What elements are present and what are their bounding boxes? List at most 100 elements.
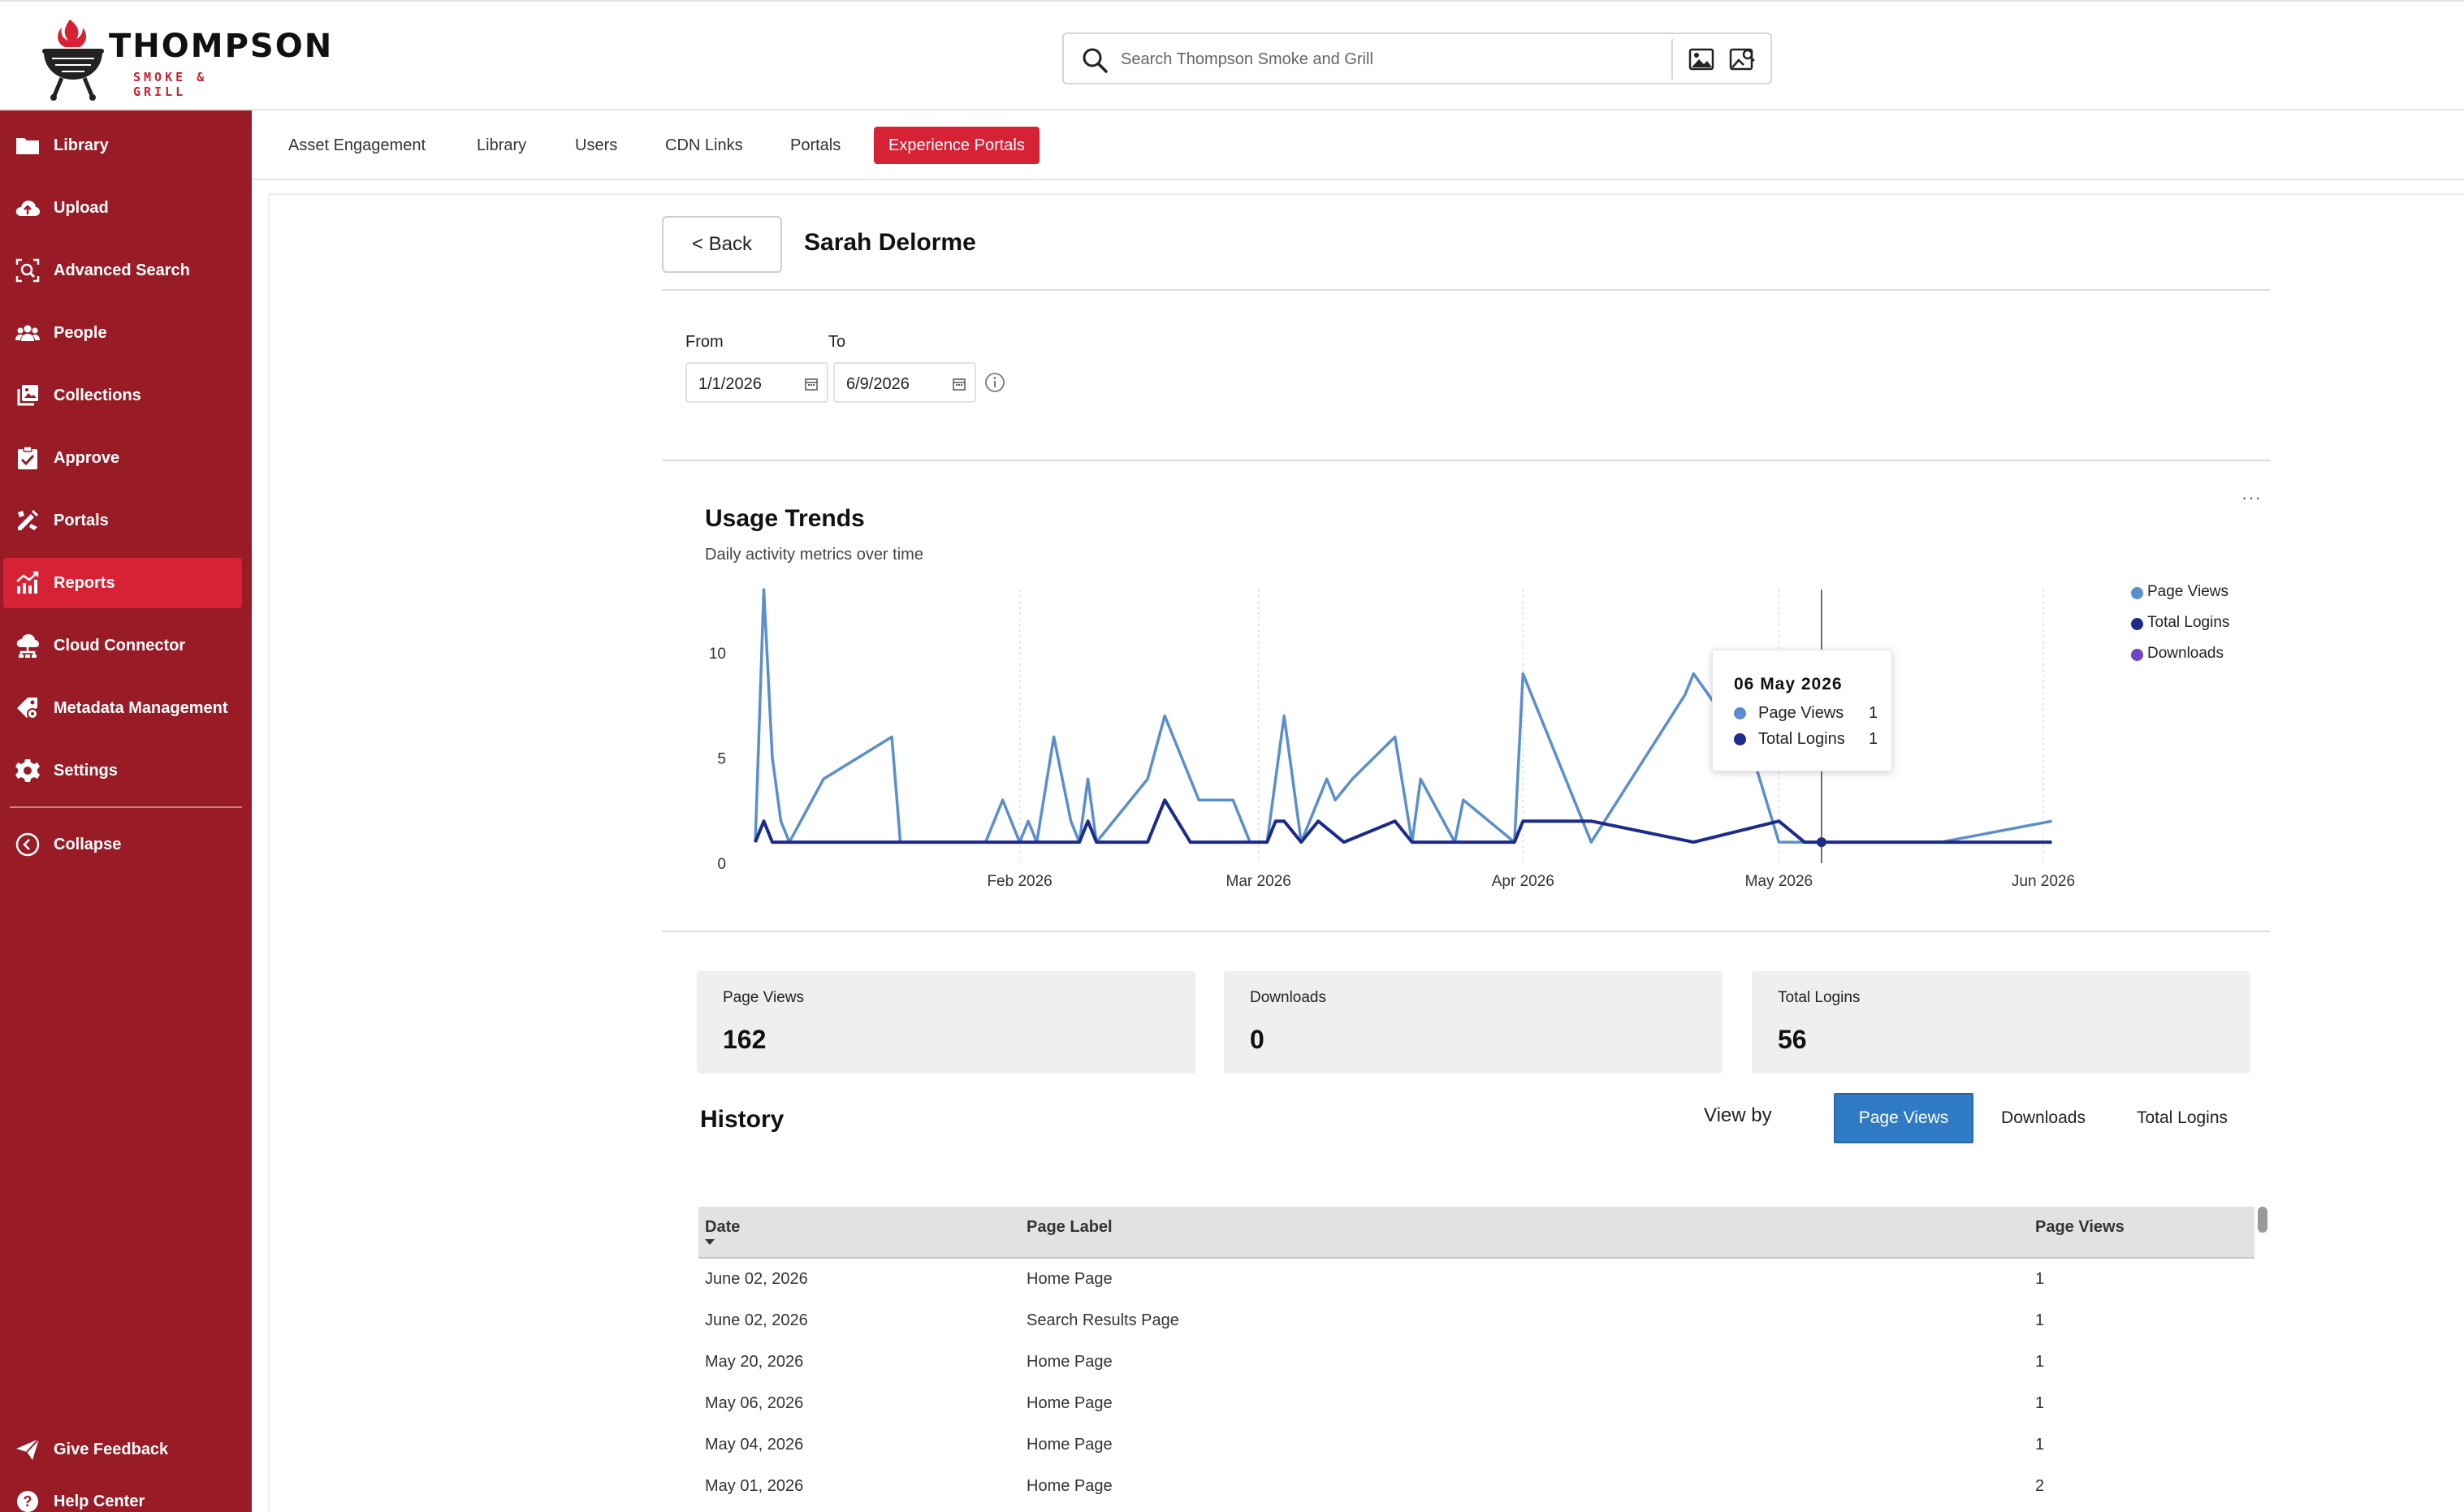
tooltip-series-value: 1 <box>1869 704 1878 722</box>
back-button[interactable]: < Back <box>662 216 782 273</box>
table-row[interactable]: June 02, 2026 Search Results Page 1 <box>698 1300 2254 1341</box>
cell-date: June 02, 2026 <box>705 1311 808 1329</box>
search-divider <box>1671 39 1673 80</box>
table-row[interactable]: May 20, 2026 Home Page 1 <box>698 1341 2254 1383</box>
sidebar-item-settings[interactable]: Settings <box>3 745 242 796</box>
history-title: History <box>700 1106 785 1133</box>
metric-value: 0 <box>1250 1025 1264 1054</box>
cell-page-label: Search Results Page <box>1027 1311 1179 1329</box>
cloud-upload-icon <box>15 201 40 216</box>
legend-label: Downloads <box>2147 645 2224 662</box>
send-icon <box>16 1438 40 1460</box>
tab-cdn-links[interactable]: CDN Links <box>665 127 743 164</box>
sidebar-item-label: Library <box>54 136 109 154</box>
from-date-input[interactable]: 1/1/2026 <box>685 362 828 403</box>
to-label: To <box>828 333 846 351</box>
legend-label: Page Views <box>2147 583 2228 600</box>
sidebar-item-label: Cloud Connector <box>54 637 186 654</box>
legend-item-page-views[interactable]: Page Views <box>2131 583 2229 614</box>
to-date-input[interactable]: 6/9/2026 <box>833 362 976 403</box>
brand-tagline: SMOKE & GRILL <box>133 70 208 99</box>
sidebar-item-metadata-management[interactable]: Metadata Management <box>3 683 242 733</box>
sidebar-item-advanced-search[interactable]: Advanced Search <box>3 245 242 296</box>
sidebar-item-reports[interactable]: Reports <box>3 558 242 608</box>
cell-page-label: Home Page <box>1027 1394 1113 1412</box>
metric-value: 56 <box>1778 1025 1807 1054</box>
image-search-icon[interactable] <box>1688 45 1715 73</box>
sidebar-item-cloud-connector[interactable]: Cloud Connector <box>3 620 242 671</box>
legend-item-total-logins[interactable]: Total Logins <box>2131 614 2229 645</box>
sidebar-give-feedback[interactable]: Give Feedback <box>3 1424 242 1475</box>
chart-menu-button[interactable]: ··· <box>2241 487 2262 508</box>
cloud-connector-icon <box>16 634 39 658</box>
sidebar-divider <box>10 806 242 808</box>
view-by-total-logins-button[interactable]: Total Logins <box>2121 1093 2243 1143</box>
tab-asset-engagement[interactable]: Asset Engagement <box>288 127 426 164</box>
table-row[interactable]: May 04, 2026 Home Page 1 <box>698 1424 2254 1466</box>
column-header-page-views[interactable]: Page Views <box>2035 1218 2125 1237</box>
sidebar-item-portals[interactable]: Portals <box>3 495 242 546</box>
sidebar-item-label: Settings <box>54 762 118 780</box>
table-row[interactable]: May 06, 2026 Home Page 1 <box>698 1383 2254 1424</box>
cell-page-views: 1 <box>2035 1436 2045 1454</box>
to-date-value: 6/9/2026 <box>846 375 910 393</box>
table-scrollbar[interactable] <box>2258 1207 2267 1233</box>
calendar-icon <box>805 378 818 391</box>
metric-label: Page Views <box>723 989 804 1006</box>
svg-text:?: ? <box>24 1493 32 1510</box>
sidebar-item-label: Collections <box>54 387 141 404</box>
chart-tooltip: 06 May 2026 Page Views 1 Total Logins 1 <box>1712 650 1892 771</box>
chart-legend: Page Views Total Logins Downloads <box>2131 583 2229 676</box>
column-header-page-label[interactable]: Page Label <box>1027 1218 1113 1237</box>
view-by-downloads-button[interactable]: Downloads <box>1986 1093 2100 1143</box>
cell-page-views: 1 <box>2035 1394 2045 1412</box>
sidebar-item-library[interactable]: Library <box>3 120 242 171</box>
metric-card-total-logins: Total Logins 56 <box>1752 971 2250 1074</box>
sidebar-collapse-button[interactable]: Collapse <box>3 819 242 870</box>
metric-label: Downloads <box>1250 989 1326 1006</box>
tab-library[interactable]: Library <box>477 127 526 164</box>
sidebar-item-label: Portals <box>54 512 109 529</box>
search-icon[interactable] <box>1080 45 1109 75</box>
table-row[interactable]: May 01, 2026 Home Page 2 <box>698 1466 2254 1507</box>
sidebar-help-center[interactable]: ? Help Center <box>3 1476 242 1512</box>
chart-subtitle: Daily activity metrics over time <box>705 546 923 564</box>
history-table-header: Date Page Label Page Views <box>698 1207 2254 1259</box>
table-row[interactable]: June 02, 2026 Home Page 1 <box>698 1259 2254 1300</box>
visual-search-icon[interactable] <box>1728 45 1756 73</box>
sort-descending-icon[interactable] <box>705 1239 715 1245</box>
tooltip-swatch <box>1734 733 1746 745</box>
metric-value: 162 <box>723 1025 767 1054</box>
people-icon <box>15 325 40 341</box>
cell-date: May 01, 2026 <box>705 1477 804 1495</box>
cell-page-views: 1 <box>2035 1270 2045 1288</box>
search-input[interactable] <box>1121 42 1673 76</box>
metadata-icon <box>17 698 38 719</box>
metric-label: Total Logins <box>1778 989 1861 1006</box>
tab-users[interactable]: Users <box>575 127 617 164</box>
sidebar-item-collections[interactable]: Collections <box>3 370 242 421</box>
grill-logo-icon <box>42 19 104 101</box>
gear-icon <box>15 759 40 782</box>
brand-logo[interactable]: THOMPSON SMOKE & GRILL <box>37 16 331 101</box>
legend-item-downloads[interactable]: Downloads <box>2131 645 2229 676</box>
sidebar-item-approve[interactable]: Approve <box>3 433 242 483</box>
cell-date: June 02, 2026 <box>705 1270 808 1288</box>
sidebar: Library Upload Advanced Search People Co… <box>0 110 252 1512</box>
legend-swatch <box>2131 649 2143 661</box>
tab-experience-portals[interactable]: Experience Portals <box>874 127 1040 164</box>
legend-label: Total Logins <box>2147 614 2230 631</box>
info-icon[interactable] <box>984 372 1005 393</box>
top-header: THOMPSON SMOKE & GRILL <box>0 0 2464 110</box>
sidebar-item-upload[interactable]: Upload <box>3 183 242 233</box>
reports-icon <box>16 571 39 594</box>
tab-portals[interactable]: Portals <box>790 127 841 164</box>
sidebar-item-label: Metadata Management <box>54 699 228 717</box>
tooltip-date: 06 May 2026 <box>1734 675 1843 693</box>
advanced-search-icon <box>15 258 40 283</box>
sidebar-help-label: Help Center <box>54 1493 145 1510</box>
column-header-date[interactable]: Date <box>705 1218 740 1237</box>
view-by-page-views-button[interactable]: Page Views <box>1834 1093 1973 1143</box>
sidebar-item-people[interactable]: People <box>3 308 242 358</box>
folder-icon <box>16 138 39 154</box>
